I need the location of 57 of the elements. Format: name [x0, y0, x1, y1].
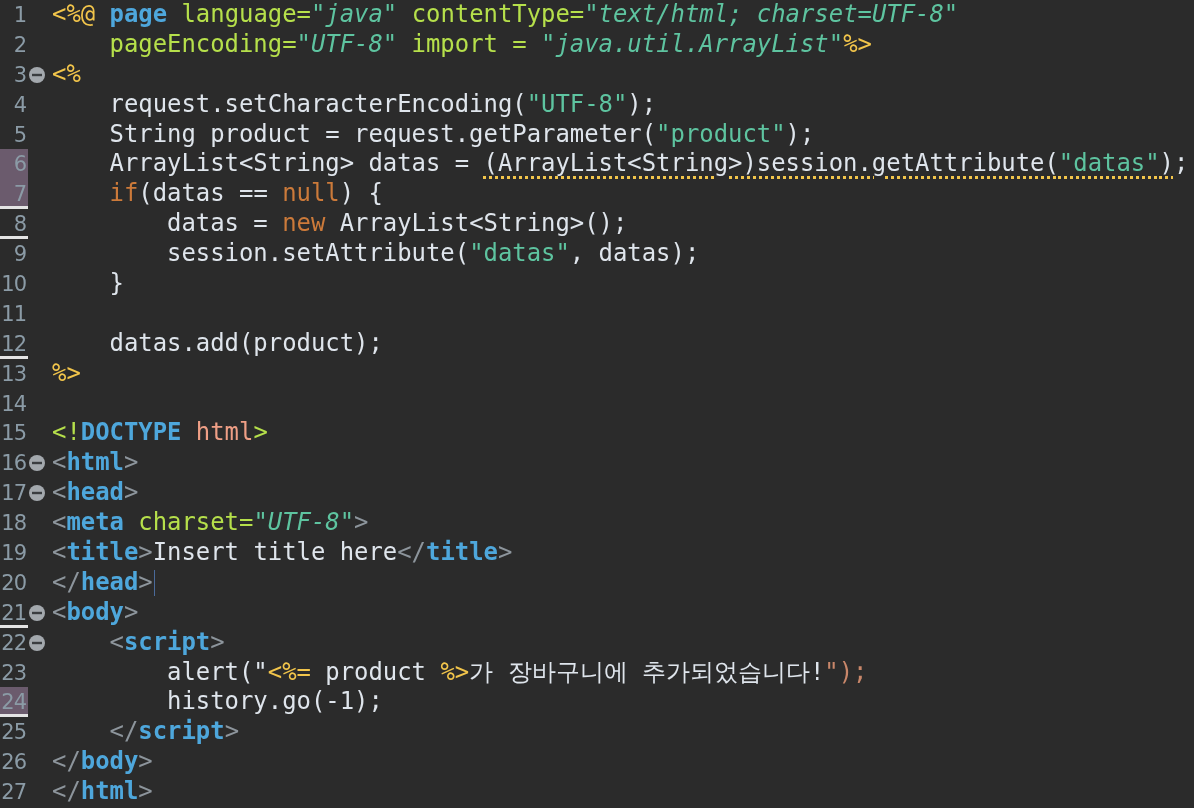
line-number: 21	[0, 597, 28, 628]
code-line: String product = request.getParameter("product");	[108, 119, 815, 150]
collapse-icon[interactable]	[28, 454, 46, 473]
line-number: 14	[0, 390, 27, 418]
line-number: 19	[0, 539, 27, 567]
line-number: 23	[0, 659, 27, 687]
line-number: 8	[0, 209, 28, 240]
line-number: 4	[12, 91, 27, 119]
line-number: 22	[0, 629, 27, 657]
line-number: 1	[12, 1, 27, 29]
line-number: 17	[0, 480, 27, 508]
line-number: 26	[0, 749, 27, 777]
line-number: 9	[12, 241, 27, 269]
line-number: 24	[0, 687, 28, 718]
collapse-icon[interactable]	[28, 65, 46, 84]
line-number: 20	[0, 569, 27, 597]
line-number: 6	[0, 149, 28, 180]
line-number: 27	[0, 779, 27, 807]
code-line: <!DOCTYPE html>	[52, 418, 268, 449]
code-line: <title>Insert title here</title>	[52, 538, 513, 568]
line-number: 7	[0, 179, 28, 210]
code-line: datas = new ArrayList<String>();	[166, 209, 628, 240]
code-line: </html>	[52, 777, 153, 808]
code-line: %>	[52, 358, 81, 389]
line-number: 13	[0, 360, 27, 388]
code-line: pageEncoding="UTF-8" import = "java.util.ArrayList"%>	[108, 29, 872, 60]
code-line: session.setAttribute("datas", datas);	[166, 239, 700, 270]
line-number: 12	[0, 328, 28, 359]
collapse-icon[interactable]	[28, 484, 46, 503]
code-line: <script>	[108, 627, 225, 658]
code-line: request.setCharacterEncoding("UTF-8");	[108, 89, 657, 120]
code-line: </body>	[52, 747, 153, 778]
line-number: 18	[0, 510, 27, 538]
line-number: 11	[0, 300, 27, 328]
line-number: 16	[0, 450, 27, 478]
code-line: <meta charset="UTF-8">	[52, 508, 369, 539]
code-line: </head>	[52, 567, 153, 598]
code-line: <head>	[52, 478, 139, 509]
code-line: <%	[52, 59, 81, 90]
code-line: </script>	[108, 717, 239, 748]
code-line: <%@ page language="java" contentType="text/html; charset=UTF-8"	[52, 0, 959, 30]
collapse-icon[interactable]	[28, 633, 46, 652]
collapse-icon[interactable]	[28, 603, 46, 622]
code-line: history.go(-1);	[166, 687, 383, 718]
code-line: }	[108, 269, 124, 299]
line-number: 10	[0, 270, 27, 298]
line-number: 3	[12, 61, 27, 89]
code-line: <html>	[52, 448, 139, 479]
code-line: datas.add(product);	[108, 328, 383, 359]
code-line: <body>	[52, 597, 139, 628]
line-number: 5	[12, 121, 27, 149]
line-number: 15	[0, 420, 27, 448]
line-number: 2	[12, 31, 27, 59]
code-line: if(datas == null) {	[108, 179, 383, 210]
code-line: alert("<%= product %>가 장바구니에 추가되었습니다!");	[166, 657, 868, 688]
code-line: ArrayList<String> datas = (ArrayList<String>)session.getAttribute("datas");	[108, 149, 1189, 180]
line-number: 25	[0, 719, 27, 747]
